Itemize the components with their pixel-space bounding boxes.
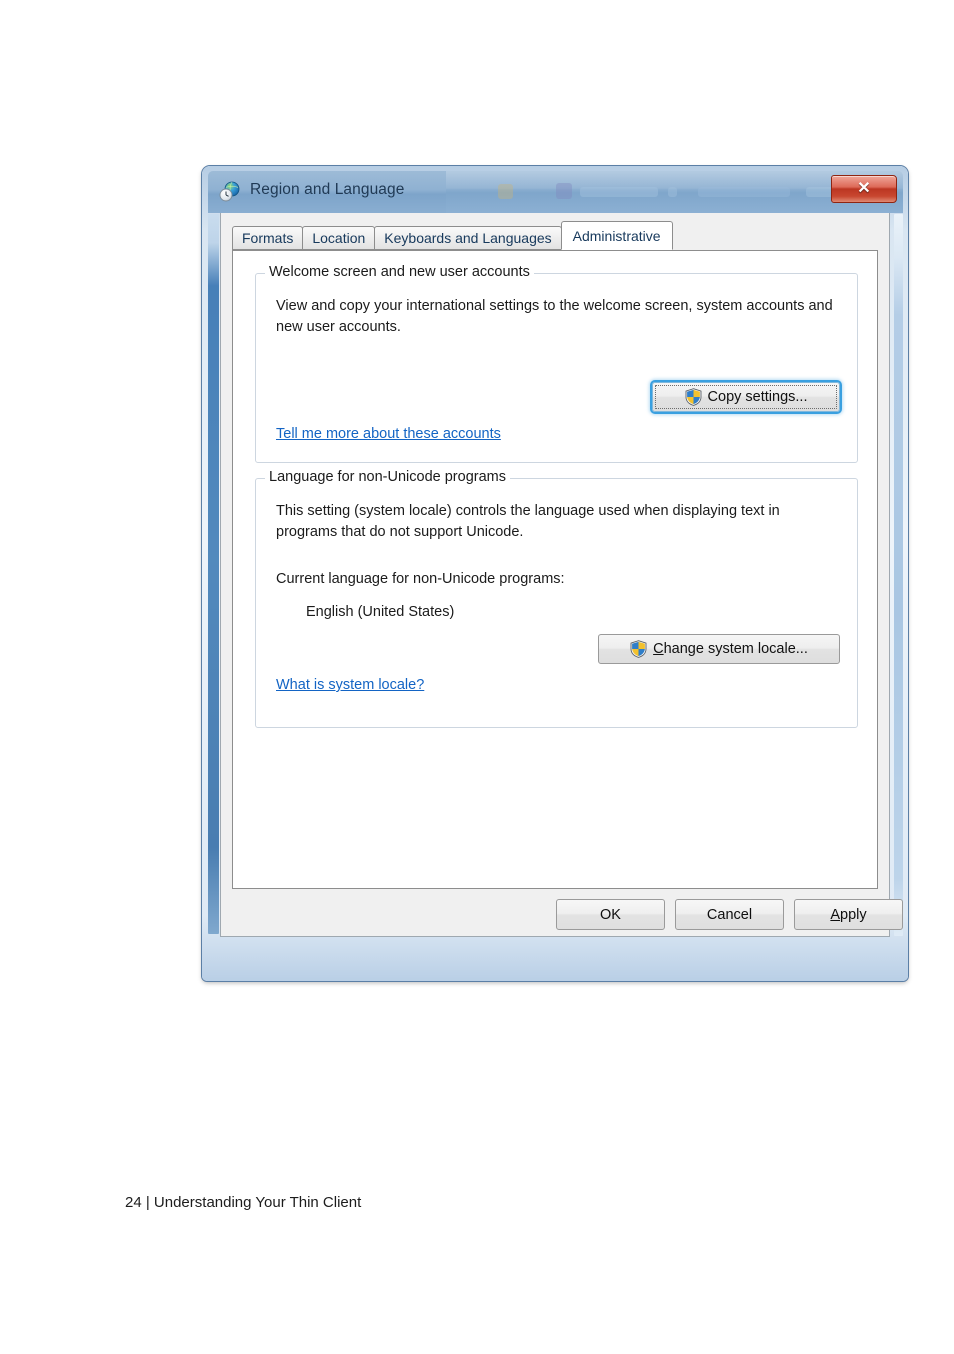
region-and-language-window: Region and Language ✕ Formats Location K… xyxy=(202,166,908,981)
uac-shield-icon xyxy=(630,640,647,658)
copy-settings-button[interactable]: Copy settings... xyxy=(652,382,840,412)
apply-button-label-rest: pply xyxy=(840,906,867,923)
tab-label: Keyboards and Languages xyxy=(384,230,552,246)
page-footer-text: 24 | Understanding Your Thin Client xyxy=(125,1194,362,1211)
accelerator-letter: A xyxy=(830,906,841,923)
title-bar[interactable]: Region and Language ✕ xyxy=(208,171,903,213)
tab-location[interactable]: Location xyxy=(302,226,376,250)
ok-button[interactable]: OK xyxy=(556,899,665,930)
group-welcome-screen: Welcome screen and new user accounts Vie… xyxy=(255,264,858,463)
region-globe-clock-icon xyxy=(219,181,241,203)
background-window-left-edge xyxy=(208,214,219,934)
window-title: Region and Language xyxy=(250,181,405,198)
current-language-value: English (United States) xyxy=(306,604,455,620)
accelerator-letter: C xyxy=(653,641,664,657)
change-system-locale-label: Change system locale... xyxy=(653,641,808,657)
tab-strip: Formats Location Keyboards and Languages… xyxy=(232,221,673,250)
close-icon: ✕ xyxy=(857,180,871,197)
ghost-artifact xyxy=(580,187,658,197)
group-language-legend: Language for non-Unicode programs xyxy=(265,469,510,485)
apply-button[interactable]: Apply xyxy=(794,899,903,930)
background-window-right-edge xyxy=(894,214,903,936)
tab-administrative[interactable]: Administrative xyxy=(560,221,673,250)
ghost-artifact xyxy=(668,187,677,197)
current-language-label: Current language for non-Unicode program… xyxy=(276,571,565,587)
ghost-artifact xyxy=(556,183,572,199)
tab-keyboards-and-languages[interactable]: Keyboards and Languages xyxy=(374,226,562,250)
apply-button-label: Apply xyxy=(830,907,866,923)
copy-settings-label: Copy settings... xyxy=(707,389,808,405)
ghost-artifact xyxy=(498,184,513,199)
tab-formats[interactable]: Formats xyxy=(232,226,304,250)
change-system-locale-button[interactable]: Change system locale... xyxy=(598,634,840,664)
tab-label: Administrative xyxy=(572,227,661,244)
group-welcome-legend: Welcome screen and new user accounts xyxy=(265,264,534,280)
group-language-non-unicode: Language for non-Unicode programs This s… xyxy=(255,469,858,728)
what-is-system-locale-link[interactable]: What is system locale? xyxy=(276,677,424,693)
ok-button-label: OK xyxy=(600,906,621,923)
tab-page-administrative: Welcome screen and new user accounts Vie… xyxy=(232,250,878,889)
dialog-body: Formats Location Keyboards and Languages… xyxy=(220,213,903,937)
dialog-footer: OK Cancel Apply xyxy=(221,899,903,937)
close-button[interactable]: ✕ xyxy=(831,175,897,203)
tab-label: Location xyxy=(312,230,366,246)
tab-label: Formats xyxy=(242,230,294,246)
welcome-description: View and copy your international setting… xyxy=(276,298,833,336)
change-system-locale-label-rest: hange system locale... xyxy=(663,641,808,657)
uac-shield-icon xyxy=(685,388,702,406)
cancel-button[interactable]: Cancel xyxy=(675,899,784,930)
language-description: This setting (system locale) controls th… xyxy=(276,503,780,541)
ghost-artifact xyxy=(698,187,790,197)
tell-me-more-link[interactable]: Tell me more about these accounts xyxy=(276,426,501,442)
cancel-button-label: Cancel xyxy=(706,906,753,923)
